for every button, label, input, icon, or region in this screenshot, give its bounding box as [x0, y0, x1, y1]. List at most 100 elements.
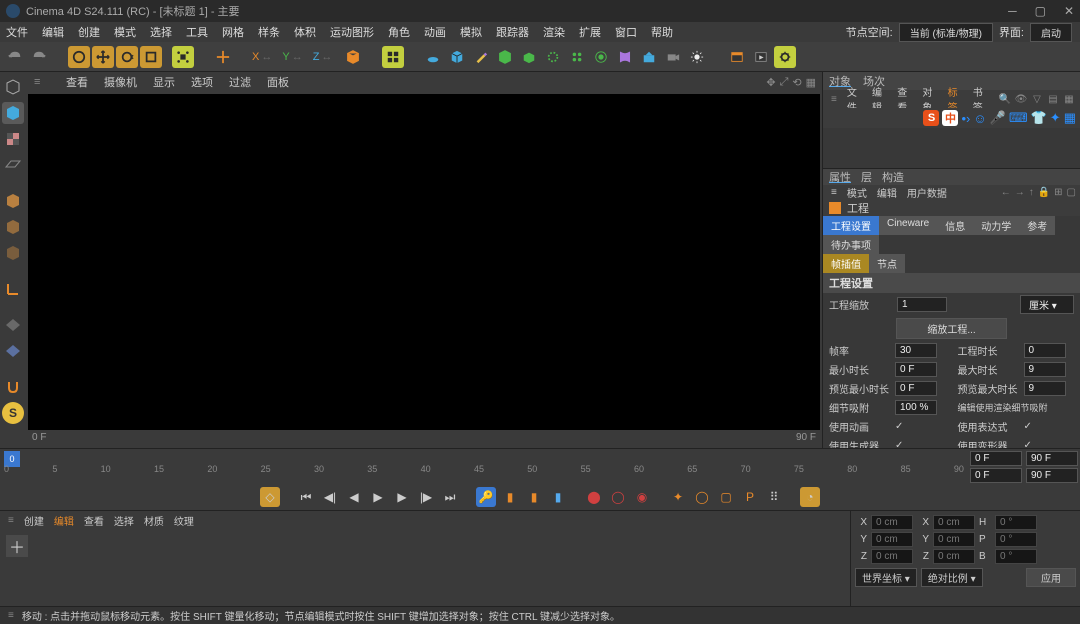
- view-menu-display[interactable]: 显示: [153, 74, 175, 90]
- subtab2-node[interactable]: 节点: [869, 254, 905, 273]
- next-key-icon[interactable]: |▶: [416, 487, 436, 507]
- obj-hamburger-icon[interactable]: ≡: [831, 94, 837, 105]
- prop-scale-input[interactable]: 1: [897, 297, 947, 312]
- mat-menu-texture[interactable]: 纹理: [174, 513, 194, 528]
- menu-mesh[interactable]: 网格: [222, 24, 244, 40]
- cube-icon[interactable]: [446, 46, 468, 68]
- keyframe-options-icon[interactable]: ◔: [800, 487, 820, 507]
- ime-tool-icon[interactable]: ✦: [1050, 110, 1061, 126]
- attr-menu-mode[interactable]: 模式: [847, 185, 867, 200]
- menu-character[interactable]: 角色: [388, 24, 410, 40]
- mat-menu-create[interactable]: 创建: [24, 513, 44, 528]
- extrude-icon[interactable]: [518, 46, 540, 68]
- menu-render[interactable]: 渲染: [543, 24, 565, 40]
- attr-tab-layers[interactable]: 层: [861, 169, 872, 185]
- scale-tool-icon[interactable]: [140, 46, 162, 68]
- polygons-mode-icon[interactable]: [2, 242, 24, 264]
- coord-world-dropdown[interactable]: 世界坐标 ▾: [855, 568, 917, 587]
- attr-fwd-icon[interactable]: →: [1015, 187, 1025, 198]
- subtab-dynamics[interactable]: 动力学: [973, 216, 1019, 235]
- ime-grid-icon[interactable]: ▦: [1064, 110, 1076, 126]
- coord-px-input[interactable]: 0 cm: [871, 515, 913, 530]
- keysel-rot-icon[interactable]: ◯: [692, 487, 712, 507]
- attr-menu-userdata[interactable]: 用户数据: [907, 185, 947, 200]
- goto-end-icon[interactable]: ⏭: [440, 487, 460, 507]
- coord-p-input[interactable]: 0 °: [995, 532, 1037, 547]
- maximize-button[interactable]: ▢: [1035, 4, 1046, 18]
- coord-py-input[interactable]: 0 cm: [871, 532, 913, 547]
- menu-create[interactable]: 创建: [78, 24, 100, 40]
- nodespace-dropdown[interactable]: 当前 (标准/物理): [899, 23, 993, 42]
- subtab-info[interactable]: 信息: [937, 216, 973, 235]
- attr-max-icon[interactable]: ▢: [1067, 187, 1076, 198]
- floor-icon[interactable]: [422, 46, 444, 68]
- autokeying-icon[interactable]: ⬤: [584, 487, 604, 507]
- attr-hamburger-icon[interactable]: ≡: [831, 187, 837, 198]
- ime-punct-icon[interactable]: •›: [961, 111, 970, 126]
- keysel-scale-icon[interactable]: ▢: [716, 487, 736, 507]
- viewport-hamburger-icon[interactable]: ≡: [34, 76, 50, 88]
- obj-view2-icon[interactable]: ▦: [1062, 94, 1076, 105]
- view-menu-panel[interactable]: 面板: [267, 74, 289, 90]
- cloner-icon[interactable]: [566, 46, 588, 68]
- field-icon[interactable]: [590, 46, 612, 68]
- edges-mode-icon[interactable]: [2, 216, 24, 238]
- subtab-todo[interactable]: 待办事项: [823, 235, 879, 254]
- coord-scale-dropdown[interactable]: 绝对比例 ▾: [921, 568, 983, 587]
- mat-menu-select[interactable]: 选择: [114, 513, 134, 528]
- obj-view1-icon[interactable]: ▤: [1046, 94, 1060, 105]
- coord-sx-input[interactable]: 0 cm: [933, 515, 975, 530]
- prop-lod-input[interactable]: 100 %: [895, 400, 937, 415]
- attr-new-icon[interactable]: ⊞: [1054, 187, 1062, 198]
- rec-circle-icon[interactable]: ◯: [608, 487, 628, 507]
- coord-sz-input[interactable]: 0 cm: [933, 549, 975, 564]
- render-view-icon[interactable]: [726, 46, 748, 68]
- key-rot-icon[interactable]: ▮: [524, 487, 544, 507]
- menu-file[interactable]: 文件: [6, 24, 28, 40]
- prop-fps-input[interactable]: 30: [895, 343, 937, 358]
- frame-end-input[interactable]: 90 F: [1026, 451, 1078, 466]
- coord-b-input[interactable]: 0 °: [995, 549, 1037, 564]
- prop-useanim-check[interactable]: ✓: [895, 421, 903, 432]
- mat-hamburger-icon[interactable]: ≡: [8, 515, 14, 526]
- keysel-pla-icon[interactable]: ⠿: [764, 487, 784, 507]
- key-pos-icon[interactable]: ▮: [500, 487, 520, 507]
- play-fwd2-icon[interactable]: ▶: [392, 487, 412, 507]
- viewport-solo-icon[interactable]: [2, 314, 24, 336]
- keysel-param-icon[interactable]: P: [740, 487, 760, 507]
- obj-eye-icon[interactable]: 👁: [1014, 94, 1028, 105]
- prop-projtime-input[interactable]: 0: [1024, 343, 1066, 358]
- frame-end2-input[interactable]: 90 F: [1026, 468, 1078, 483]
- attr-back-icon[interactable]: ←: [1001, 187, 1011, 198]
- ime-chinese-icon[interactable]: 中: [942, 110, 958, 126]
- autokey-icon[interactable]: ◇: [260, 487, 280, 507]
- rotate-tool-icon[interactable]: [116, 46, 138, 68]
- view-menu-options[interactable]: 选项: [191, 74, 213, 90]
- coord-apply-button[interactable]: 应用: [1026, 568, 1076, 587]
- mat-menu-edit[interactable]: 编辑: [54, 513, 74, 528]
- ime-mic-icon[interactable]: 🎤: [990, 110, 1006, 126]
- subdiv-icon[interactable]: [494, 46, 516, 68]
- menu-select[interactable]: 选择: [150, 24, 172, 40]
- volume-icon[interactable]: [542, 46, 564, 68]
- menu-edit[interactable]: 编辑: [42, 24, 64, 40]
- spline-pen-icon[interactable]: [470, 46, 492, 68]
- menu-volume[interactable]: 体积: [294, 24, 316, 40]
- view-menu-camera[interactable]: 摄像机: [104, 74, 137, 90]
- z-axis-lock[interactable]: Z: [313, 51, 320, 63]
- menu-mograph[interactable]: 运动图形: [330, 24, 374, 40]
- menu-help[interactable]: 帮助: [651, 24, 673, 40]
- close-button[interactable]: ✕: [1064, 4, 1074, 18]
- key-scale-icon[interactable]: ▮: [548, 487, 568, 507]
- status-hamburger-icon[interactable]: ≡: [8, 610, 14, 621]
- prev-key-icon[interactable]: ◀|: [320, 487, 340, 507]
- ime-keyboard-icon[interactable]: ⌨: [1009, 110, 1028, 126]
- play-back-icon[interactable]: ◀: [344, 487, 364, 507]
- texture-mode-icon[interactable]: [2, 128, 24, 150]
- layout-dropdown[interactable]: 启动: [1030, 23, 1072, 42]
- menu-tracker[interactable]: 跟踪器: [496, 24, 529, 40]
- move-tool-icon[interactable]: [92, 46, 114, 68]
- workplane-mode-icon[interactable]: [2, 154, 24, 176]
- prop-useexpr-check[interactable]: ✓: [1024, 421, 1032, 432]
- nav-move-icon[interactable]: ✥: [766, 76, 775, 89]
